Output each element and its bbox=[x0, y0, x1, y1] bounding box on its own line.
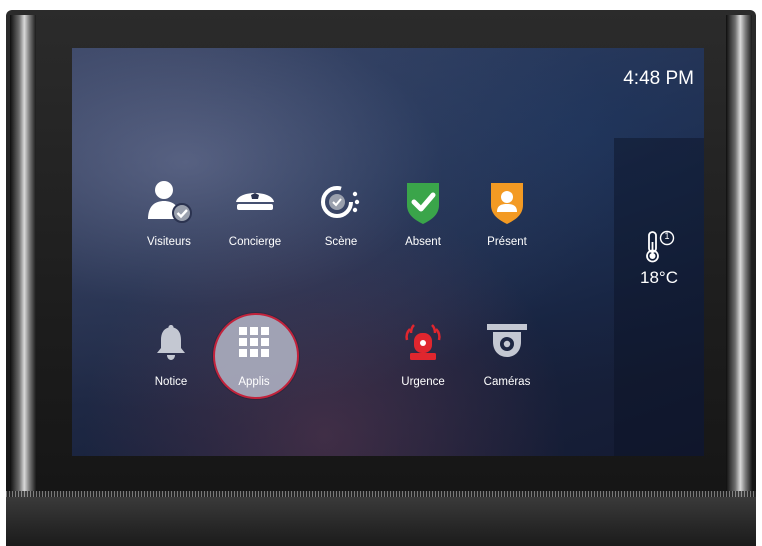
weather-badge: 1 bbox=[664, 231, 670, 241]
app-label: Urgence bbox=[401, 376, 445, 388]
intercom-device: 4:48 PM Visiteurs Concierge Scène Absent… bbox=[6, 10, 756, 546]
scene-icon bbox=[296, 178, 386, 226]
camera-icon bbox=[462, 318, 552, 366]
device-chin bbox=[6, 497, 756, 546]
alarm-icon bbox=[378, 318, 468, 366]
thermometer-icon bbox=[646, 230, 675, 263]
right-bezel-rail bbox=[726, 15, 752, 546]
side-panel bbox=[614, 138, 704, 456]
touch-screen: 4:48 PM Visiteurs Concierge Scène Absent… bbox=[72, 48, 704, 456]
app-tile-scene[interactable]: Scène bbox=[296, 178, 386, 248]
app-tile-concierge[interactable]: Concierge bbox=[210, 178, 300, 248]
concierge-icon bbox=[210, 178, 300, 226]
visitor-icon bbox=[124, 178, 214, 226]
app-label: Absent bbox=[405, 236, 441, 248]
clock: 4:48 PM bbox=[623, 68, 694, 89]
app-tile-notice[interactable]: Notice bbox=[126, 318, 216, 388]
app-label: Applis bbox=[238, 376, 270, 388]
app-tile-applis[interactable]: Applis bbox=[209, 318, 299, 388]
app-label: Caméras bbox=[483, 376, 531, 388]
temperature-unit: °C bbox=[658, 268, 678, 287]
app-label: Présent bbox=[487, 236, 527, 248]
app-tile-urgence[interactable]: Urgence bbox=[378, 318, 468, 388]
app-label: Concierge bbox=[228, 236, 282, 248]
app-tile-absent[interactable]: Absent bbox=[378, 178, 468, 248]
app-label: Notice bbox=[154, 376, 188, 388]
app-tile-visiteurs[interactable]: Visiteurs bbox=[124, 178, 214, 248]
temperature-value: 18 bbox=[640, 268, 659, 287]
shield-person-icon bbox=[462, 178, 552, 226]
app-tile-cameras[interactable]: Caméras bbox=[462, 318, 552, 388]
weather-widget[interactable]: 1 18°C bbox=[614, 230, 704, 288]
grid-icon bbox=[209, 318, 299, 366]
app-label: Scène bbox=[324, 236, 358, 248]
left-bezel-rail bbox=[10, 15, 36, 546]
app-tile-present[interactable]: Présent bbox=[462, 178, 552, 248]
bell-icon bbox=[126, 318, 216, 366]
app-label: Visiteurs bbox=[147, 236, 191, 248]
shield-check-icon bbox=[378, 178, 468, 226]
